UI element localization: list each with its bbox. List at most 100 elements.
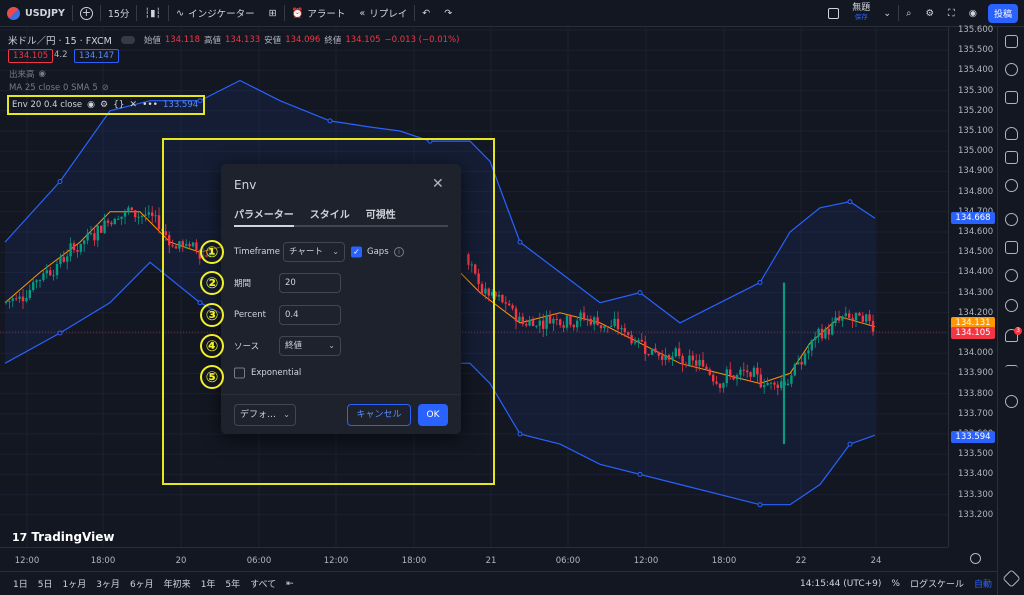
messages-icon[interactable] [1005,241,1018,254]
indicators-button[interactable]: ∿ インジケーター [169,0,261,27]
data-window-icon[interactable] [1005,91,1018,104]
candle-body [4,301,8,303]
percent-input[interactable]: 0.4 [279,305,341,325]
auto-scale-toggle[interactable]: 自動 [969,577,997,590]
close-icon[interactable]: ✕ [432,176,444,192]
env-lower-label: 133.594 [951,431,995,443]
bid-price-button[interactable]: 134.105 [8,49,54,63]
dots-icon[interactable] [1005,395,1018,408]
range-button[interactable]: 3ヶ月 [91,577,125,590]
env-indicator-row[interactable]: Env 20 0.4 close ◉ ⚙ {} ✕ ••• 133.594 [7,95,205,115]
candle-body [674,348,677,357]
info-icon[interactable]: i [394,247,404,257]
axis-settings-icon[interactable] [970,553,981,564]
candle-body [650,348,654,355]
range-button[interactable]: 1日 [8,577,33,590]
alarm-clock-icon[interactable] [1005,63,1018,76]
price-tick: 134.000 [958,348,994,359]
envelope-point [637,471,643,477]
stream-icon[interactable] [1005,299,1018,312]
range-button[interactable]: 1年 [196,577,221,590]
gear-icon[interactable]: ⚙ [100,100,108,110]
price-tick: 135.100 [958,126,994,136]
chat-icon[interactable] [1005,213,1018,226]
defaults-button[interactable]: デフォ… ⌄ [234,404,296,426]
broadcast-icon[interactable] [1005,269,1018,282]
tradingview-logo[interactable]: 17 TradingView [12,530,114,544]
time-axis[interactable]: 12:00 18:00 20 06:00 12:00 18:00 21 06:00 12:00 1… [0,547,948,571]
settings-button[interactable]: ⚙ [919,0,942,27]
legend-toggle-icon[interactable] [120,36,135,44]
idea-bulb-icon[interactable] [1005,179,1018,192]
source-select[interactable]: 終値 ⌄ [279,336,341,356]
fullscreen-button[interactable]: ⛶ [941,0,962,27]
search-button[interactable]: ⌕ [899,0,918,27]
close-icon[interactable]: ✕ [130,100,138,110]
tab-style[interactable]: スタイル [310,206,350,221]
chart-legend: 米ドル／円 · 15 · FXCM 始値 134.118 高値 134.133 安値… [8,33,459,47]
trend-icon[interactable] [1005,365,1018,378]
interval-button[interactable]: 15分 [101,0,137,27]
redo-button[interactable]: ↷ [437,0,459,27]
source-code-icon[interactable]: {} [113,100,124,110]
watchlist-icon[interactable] [1005,35,1018,48]
layouts-button[interactable]: ⊞ [262,0,284,27]
ask-price-button[interactable]: 134.147 [74,49,120,63]
save-layout-button[interactable]: 無題 保存 [846,4,876,22]
undo-icon: ↶ [422,7,431,19]
log-scale-toggle[interactable]: ログスケール [905,577,969,590]
timeframe-select[interactable]: チャート ⌄ [283,242,345,262]
add-symbol-button[interactable]: + [73,0,100,27]
grid-icon: ⊞ [268,7,277,19]
price-tick: 134.800 [958,186,994,197]
ok-button[interactable]: OK [418,404,448,426]
range-button[interactable]: 5年 [220,577,245,590]
fullscreen-layout-button[interactable] [821,0,846,27]
tab-parameters[interactable]: パラメーター [234,206,294,221]
snapshot-button[interactable]: ◉ [962,0,984,27]
range-button[interactable]: 6ヶ月 [125,577,159,590]
calendar-icon[interactable] [1005,151,1018,164]
tab-visibility[interactable]: 可視性 [366,206,396,221]
clock[interactable]: 14:15:44 (UTC+9) [795,579,886,589]
range-button[interactable]: 年初来 [159,577,196,590]
ma-indicator-row[interactable]: MA 25 close 0 SMA 5 ⊘ [9,83,109,93]
tab-active-indicator [234,225,294,227]
range-button[interactable]: すべて [245,577,281,590]
replay-button[interactable]: «リプレイ [352,0,414,27]
eye-hidden-icon[interactable]: ⊘ [102,83,109,93]
undo-button[interactable]: ↶ [415,0,437,27]
layers-icon[interactable] [1002,569,1021,588]
marker-5: ⑤ [200,365,224,389]
symbol-search[interactable]: USDJPY [0,0,72,27]
eye-icon[interactable]: ◉ [87,100,95,110]
period-input[interactable]: 20 [279,273,341,293]
candle-body [644,341,647,355]
hotlist-flame-icon[interactable] [1005,127,1018,140]
exponential-checkbox[interactable] [234,367,245,379]
eye-icon[interactable]: ◉ [39,69,46,79]
envelope-point [57,330,63,336]
candle-body [542,320,545,329]
range-button[interactable]: 1ヶ月 [57,577,91,590]
layout-menu-button[interactable]: ⌄ [876,0,898,27]
post-button[interactable]: 投稿 [987,3,1018,23]
candle-body [497,294,501,297]
gear-icon: ⚙ [925,7,935,19]
gaps-checkbox[interactable]: ✓ [351,246,362,258]
candle-body [868,314,871,321]
candle-body [678,348,681,356]
chart-type-button[interactable]: ┆▮┆ [137,0,168,27]
volume-indicator-row[interactable]: 出来高 ◉ [9,68,46,80]
candle-body [117,218,120,220]
price-axis[interactable]: 135.600 135.500 135.400 135.300 135.200 135.1… [948,25,997,547]
alert-button[interactable]: ⏰ アラート [285,0,353,27]
goto-date-button[interactable]: ⇤ [281,579,299,589]
range-button[interactable]: 5日 [33,577,58,590]
percent-toggle[interactable]: % [886,579,905,589]
candle-body [52,275,55,277]
more-icon[interactable]: ••• [142,100,158,110]
cancel-button[interactable]: キャンセル [347,404,411,426]
dialog-divider [221,394,461,395]
candle-body [501,294,504,303]
